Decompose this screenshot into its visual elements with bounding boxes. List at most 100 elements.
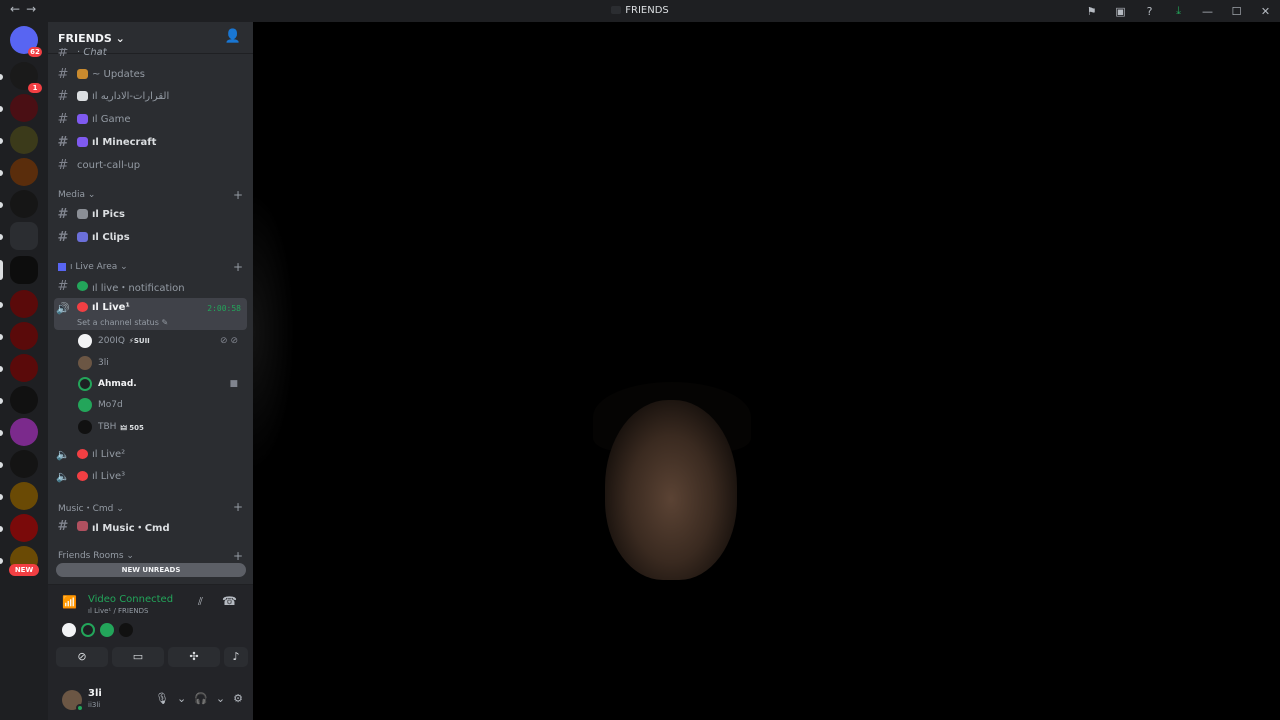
picture-icon — [77, 209, 88, 219]
minimize-button[interactable]: — — [1193, 5, 1222, 18]
voice-user[interactable]: Ahmad. ■ — [78, 374, 248, 394]
text-channel-icon: # — [57, 229, 69, 245]
server-unread-badge: 1 — [28, 83, 42, 93]
microphone-icon[interactable]: 🎙 — [155, 692, 169, 705]
text-channel-icon: # — [57, 111, 69, 127]
music-icon — [77, 521, 88, 531]
screen-share-icon[interactable]: ▣ — [1106, 5, 1135, 18]
user-avatar[interactable] — [62, 690, 84, 712]
avatar — [78, 356, 92, 370]
avatar — [78, 377, 92, 391]
server-icon[interactable] — [0, 126, 38, 154]
video-camera-icon: ■ — [229, 379, 238, 389]
server-icon[interactable] — [0, 290, 38, 318]
server-icon-friends[interactable] — [0, 256, 38, 284]
soundboard-button[interactable]: ♪ — [224, 647, 248, 667]
server-name[interactable]: FRIENDS ⌄ — [58, 32, 125, 45]
server-icon[interactable] — [0, 354, 38, 382]
new-servers-pill[interactable]: NEW — [9, 564, 39, 576]
channel-court-call-up[interactable]: # court-call-up — [54, 154, 247, 176]
participant-avatar[interactable] — [119, 623, 133, 637]
user-panel: 3li ii3li 🎙 ⌄ 🎧 ⌄ ⚙ — [48, 680, 253, 720]
channel-updates[interactable]: # ~ Updates — [54, 63, 247, 85]
headphones-icon[interactable]: 🎧 — [194, 692, 208, 705]
participant-avatar[interactable] — [62, 623, 76, 637]
activities-button[interactable]: ✣ — [168, 647, 220, 667]
voice-user[interactable]: TBH 🜲 505 — [78, 417, 248, 437]
channel-live-notification[interactable]: # ıl live・notification — [54, 275, 247, 297]
channel-partial[interactable]: # · 𝘊𝘩𝘢𝘵 — [54, 48, 247, 56]
chevron-down-icon[interactable]: ⌄ — [177, 692, 186, 705]
create-channel-icon[interactable]: + — [233, 188, 243, 202]
participant-avatar[interactable] — [81, 623, 95, 637]
create-channel-icon[interactable]: + — [233, 549, 243, 563]
red-circle-icon — [77, 302, 88, 312]
close-button[interactable]: ✕ — [1251, 5, 1280, 18]
new-unreads-pill[interactable]: NEW UNREADS — [56, 563, 246, 577]
server-icon[interactable] — [0, 158, 38, 186]
channel-sidebar: FRIENDS ⌄ 👤 # · 𝘊𝘩𝘢𝘵 # ~ Updates # ıl الق… — [48, 22, 253, 720]
text-channel-icon: # — [57, 88, 69, 104]
server-icon[interactable] — [0, 94, 38, 122]
signal-strength-icon[interactable]: 📶 — [62, 595, 77, 609]
voice-channel-live2[interactable]: 🔈 ıl Live² — [54, 443, 247, 465]
screen-share-button[interactable]: ▭ — [112, 647, 164, 667]
server-icon[interactable] — [0, 190, 38, 218]
channel-clips[interactable]: # ıl 𝗖𝗹𝗶𝗽𝘀 — [54, 226, 247, 248]
voice-user[interactable]: 3li — [78, 353, 248, 373]
server-icon[interactable] — [0, 418, 38, 446]
disconnect-icon[interactable]: ☎ — [222, 594, 237, 608]
channel-pics[interactable]: # ıl 𝗣𝗶𝗰𝘀 — [54, 203, 247, 225]
voice-user[interactable]: 200IQ ⚡SUII ⊘ ⊘ — [78, 331, 248, 351]
online-status-icon — [76, 704, 84, 712]
channel-status-setter[interactable]: Set a channel status ✎ — [77, 318, 168, 327]
download-icon[interactable]: ⤓ — [1164, 4, 1193, 18]
server-icon[interactable] — [0, 514, 38, 542]
server-icon[interactable] — [0, 386, 38, 414]
avatar — [78, 398, 92, 412]
server-icon[interactable] — [0, 450, 38, 478]
voice-channel-live3[interactable]: 🔈 ıl Live³ — [54, 465, 247, 487]
video-stream[interactable] — [253, 22, 1280, 720]
channel-game[interactable]: # ıl Game — [54, 108, 247, 130]
category-live-area[interactable]: ı Live Area ⌄ + — [58, 260, 247, 274]
call-timer: 2:00:58 — [207, 304, 241, 313]
green-circle-icon — [77, 281, 88, 291]
speech-bubble-icon — [77, 91, 88, 101]
channel-minecraft[interactable]: # ıl 𝗠𝗶𝗻𝗲𝗰𝗿𝗮𝗳𝘁 — [54, 131, 247, 153]
camera-toggle-button[interactable]: ⊘ — [56, 647, 108, 667]
person-emoji-icon — [77, 69, 88, 79]
category-media[interactable]: Media ⌄ + — [58, 188, 247, 202]
channel-decisions[interactable]: # ıl القرارات-الاداريه — [54, 85, 247, 107]
inbox-flag-icon[interactable]: ⚑ — [1077, 5, 1106, 18]
text-channel-icon: # — [57, 278, 69, 294]
server-icon[interactable] — [0, 482, 38, 510]
participant-avatar[interactable] — [100, 623, 114, 637]
connection-status[interactable]: Video Connected — [88, 594, 173, 605]
noise-suppression-icon[interactable]: ⫽ — [198, 595, 203, 609]
help-icon[interactable]: ? — [1135, 5, 1164, 18]
gear-icon[interactable]: ⚙ — [233, 692, 243, 705]
category-friends-rooms[interactable]: Friends Rooms ⌄ + — [58, 549, 247, 563]
server-icon — [611, 6, 622, 14]
username[interactable]: 3li — [88, 688, 102, 699]
text-channel-icon: # — [57, 66, 69, 82]
direct-messages-button[interactable]: 62 — [10, 26, 42, 57]
text-channel-icon: # — [57, 157, 69, 173]
server-icon[interactable] — [0, 322, 38, 350]
chevron-down-icon[interactable]: ⌄ — [216, 692, 225, 705]
speaker-icon: 🔈 — [56, 469, 70, 483]
server-rail: 62 1 NEW — [0, 22, 48, 720]
create-channel-icon[interactable]: + — [233, 500, 243, 514]
voice-user[interactable]: Mo7d — [78, 395, 248, 415]
channel-music-cmd[interactable]: # ıl 𝗠𝘂𝘀𝗶𝗰・𝗖𝗺𝗱 — [54, 515, 247, 537]
invite-people-icon[interactable]: 👤 — [225, 29, 241, 44]
server-folder-icon[interactable] — [0, 222, 38, 250]
server-icon-stars[interactable]: 1 — [0, 62, 42, 93]
connection-location[interactable]: ıl Live¹ / FRIENDS — [88, 607, 148, 615]
maximize-button[interactable]: ☐ — [1222, 5, 1251, 18]
muted-deafened-icon: ⊘ ⊘ — [220, 336, 238, 346]
category-music-cmd[interactable]: Music・Cmd ⌄ + — [58, 500, 247, 514]
create-channel-icon[interactable]: + — [233, 260, 243, 274]
game-controller-icon — [77, 137, 88, 147]
